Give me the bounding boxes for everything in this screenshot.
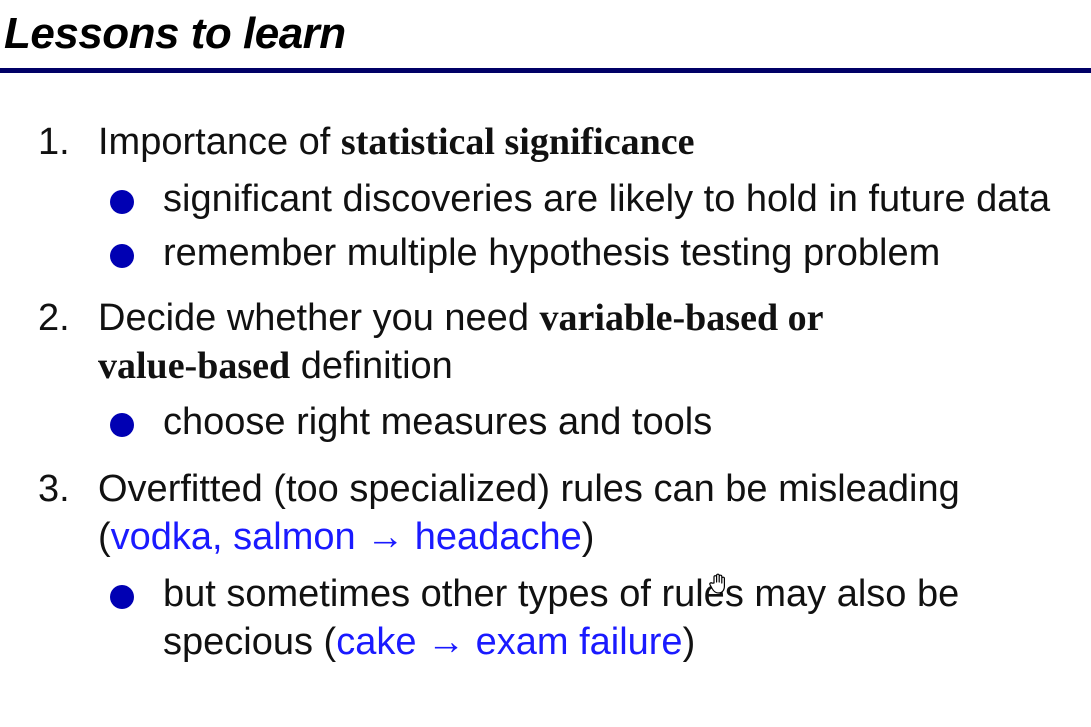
lesson-text-emphasis: variable-based or — [539, 297, 824, 339]
bullet-text: remember multiple hypothesis testing pro… — [163, 232, 941, 274]
lesson-text-emphasis: value-based — [98, 345, 291, 387]
bullet-dot — [110, 413, 134, 437]
paren-open: ( — [98, 516, 111, 558]
bullet-item: remember multiple hypothesis testing pro… — [110, 229, 1073, 277]
bullet-text: choose right measures and tools — [163, 401, 713, 443]
lesson-number: 2. — [38, 297, 70, 339]
bullet-text: significant discoveries are likely to ho… — [163, 178, 1051, 220]
lesson-text-plain: Decide whether you need — [98, 297, 540, 339]
bullet-dot — [110, 585, 134, 609]
bullet-item: but sometimes other types of rules may a… — [110, 570, 1073, 666]
lesson-text: Overfitted (too specialized) rules can b… — [98, 465, 1068, 561]
bullet-item: significant discoveries are likely to ho… — [110, 175, 1073, 223]
lesson-text-emphasis: statistical significance — [340, 121, 695, 163]
lesson-list: 1. Importance of statistical significanc… — [0, 118, 1091, 666]
paren-close: ) — [581, 516, 595, 558]
lesson-text-plain: Importance of — [98, 121, 341, 163]
example-rule: cake → exam failure — [336, 621, 683, 663]
lesson-number: 1. — [38, 121, 70, 163]
bullet-item: choose right measures and tools — [110, 398, 1073, 446]
bullet-dot — [110, 244, 134, 268]
slide-title: Lessons to learn — [4, 9, 346, 58]
paren-close: ) — [682, 621, 696, 663]
title-divider — [0, 68, 1091, 73]
lesson-text: Importance of statistical significance — [98, 118, 1068, 166]
bullet-text: but sometimes other types of rules may a… — [163, 570, 1073, 666]
example-rule: vodka, salmon → headache — [110, 516, 582, 558]
lesson-item-1: 1. Importance of statistical significanc… — [0, 118, 1091, 166]
lesson-item-3: 3. Overfitted (too specialized) rules ca… — [0, 465, 1091, 561]
bullet-dot — [110, 190, 134, 214]
lesson-text-plain: Overfitted (too specialized) rules can b… — [98, 468, 960, 510]
lesson-text-plain: definition — [290, 345, 453, 387]
lesson-text: Decide whether you need variable-based o… — [98, 294, 1068, 390]
lesson-item-2: 2. Decide whether you need variable-base… — [0, 294, 1091, 390]
lesson-number: 3. — [38, 468, 70, 510]
hand-cursor-icon — [708, 573, 728, 595]
